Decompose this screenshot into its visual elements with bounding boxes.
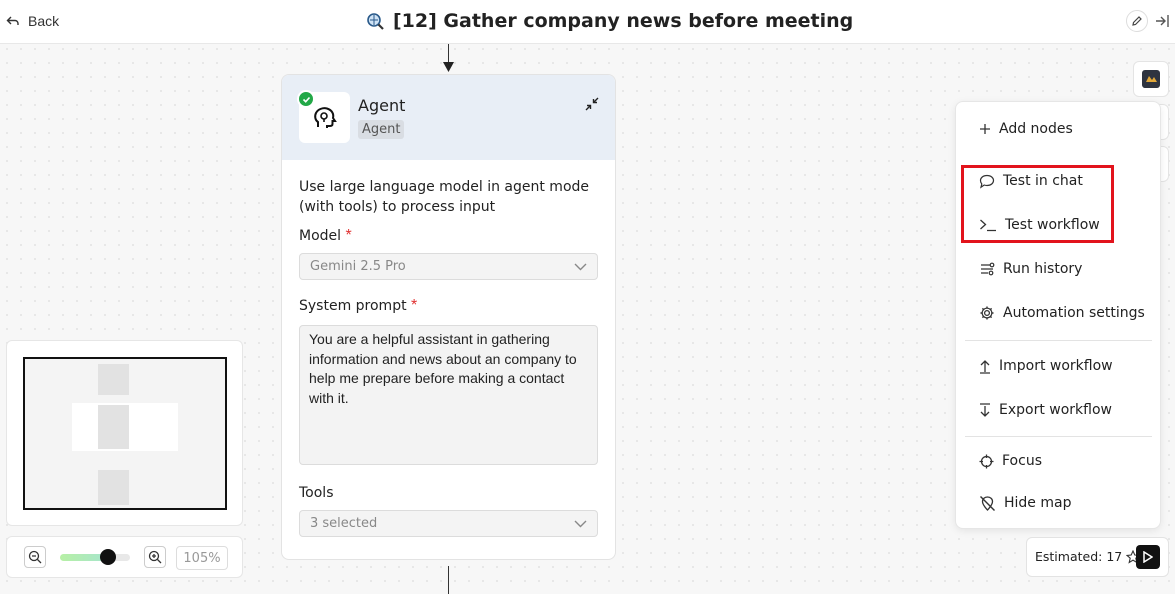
estimate-text: Estimated: 17 (1035, 549, 1141, 564)
agent-node-title: Agent (358, 96, 406, 115)
app-icon (1142, 70, 1160, 88)
zoom-slider[interactable] (60, 554, 130, 561)
workflow-title: [12] Gather company news before meeting (366, 8, 853, 34)
terminal-icon (980, 219, 996, 232)
menu-automation-settings[interactable]: Automation settings (979, 302, 1145, 324)
edge-arrowhead (443, 62, 454, 72)
edit-title-button[interactable] (1126, 10, 1148, 32)
zoom-out-button[interactable] (24, 546, 46, 568)
system-prompt-label: System prompt * (299, 297, 418, 314)
model-value: Gemini 2.5 Pro (310, 259, 406, 274)
zoom-slider-thumb[interactable] (99, 549, 116, 565)
chevron-down-icon (574, 263, 587, 270)
page-title: [12] Gather company news before meeting (393, 10, 854, 32)
actions-menu: Add nodes Test in chat Test workflow Run… (955, 101, 1161, 529)
menu-divider (965, 340, 1152, 341)
zoom-level-input[interactable]: 105% (176, 546, 228, 570)
zoom-out-icon (28, 550, 42, 564)
map-off-icon (980, 495, 995, 511)
menu-export-workflow[interactable]: Export workflow (979, 399, 1112, 421)
crosshair-icon (979, 454, 994, 468)
top-bar: Back [12] Gather company news before mee… (0, 0, 1175, 44)
zoom-in-icon (148, 550, 162, 564)
agent-node-type-tag: Agent (358, 120, 405, 139)
estimate-label: Estimated: 17 (1035, 549, 1123, 564)
tools-label: Tools (299, 485, 334, 501)
tools-select[interactable]: 3 selected (299, 510, 598, 537)
chevron-down-icon (574, 520, 587, 527)
app-button[interactable] (1133, 61, 1169, 97)
brain-head-icon (313, 106, 337, 128)
tools-value: 3 selected (310, 516, 378, 531)
back-label: Back (28, 13, 60, 29)
system-prompt-input[interactable]: You are a helpful assistant in gathering… (299, 325, 598, 465)
search-globe-icon (367, 12, 384, 30)
success-check-icon (297, 90, 315, 108)
edit-icon (1132, 16, 1142, 26)
outgoing-edge (448, 566, 449, 594)
zoom-in-button[interactable] (144, 546, 166, 568)
menu-import-workflow[interactable]: Import workflow (979, 355, 1113, 377)
agent-node-header: Agent Agent (282, 75, 615, 160)
minimap-viewport[interactable] (23, 357, 227, 510)
menu-add-nodes[interactable]: Add nodes (979, 118, 1073, 140)
model-select[interactable]: Gemini 2.5 Pro (299, 253, 598, 280)
chat-bubble-icon (979, 174, 995, 189)
menu-divider (965, 436, 1152, 437)
play-icon (1143, 551, 1153, 563)
menu-test-workflow[interactable]: Test workflow (979, 214, 1100, 236)
gear-icon (980, 306, 994, 320)
run-workflow-button[interactable] (1136, 545, 1160, 569)
minimap-node-selected (98, 405, 129, 449)
menu-test-in-chat[interactable]: Test in chat (979, 170, 1083, 192)
download-icon (980, 402, 990, 417)
back-button[interactable]: Back (6, 10, 59, 32)
menu-run-history[interactable]: Run history (979, 258, 1082, 280)
minimap-node (98, 364, 129, 395)
history-icon (981, 262, 995, 276)
back-arrow-icon (6, 16, 19, 25)
menu-focus[interactable]: Focus (979, 450, 1042, 472)
zoom-controls: 105% (6, 536, 243, 578)
collapse-right-icon[interactable] (1153, 12, 1171, 30)
upload-icon (980, 359, 990, 374)
agent-node[interactable]: Agent Agent Use large language model in … (281, 74, 616, 560)
menu-hide-map[interactable]: Hide map (979, 492, 1071, 514)
plus-icon (980, 124, 990, 134)
model-label: Model * (299, 227, 352, 244)
estimate-panel: Estimated: 17 (1026, 537, 1169, 577)
minimap-node (98, 470, 129, 505)
agent-description: Use large language model in agent mode (… (299, 179, 590, 215)
minimize-icon[interactable] (584, 96, 600, 112)
minimap[interactable] (6, 340, 243, 526)
